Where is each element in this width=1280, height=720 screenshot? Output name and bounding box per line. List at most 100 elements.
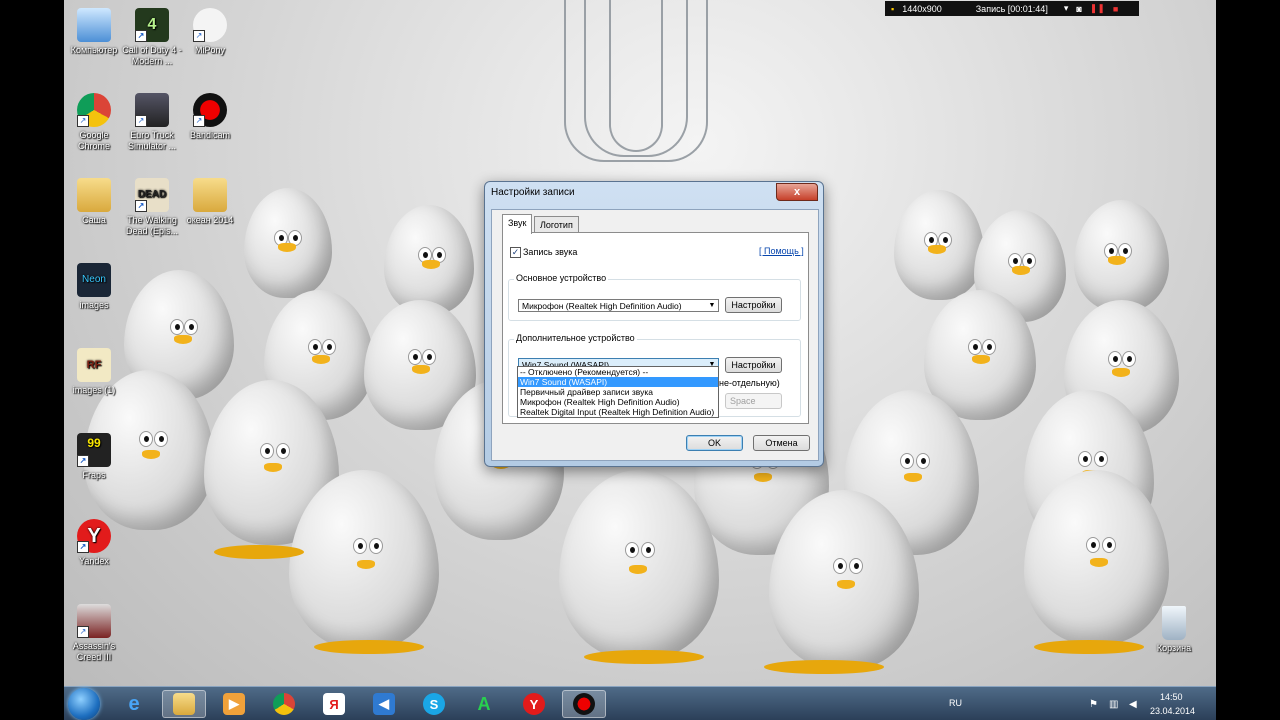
truck-icon: ↗ [135, 93, 169, 127]
desktop-icon-label: Assassin's Creed III [72, 641, 116, 662]
right-black-border [1216, 0, 1280, 720]
desktop-icon-label: images (1) [72, 385, 116, 395]
egg-feet [1034, 640, 1144, 654]
egg-figure [244, 188, 332, 298]
language-indicator[interactable]: RU [949, 698, 962, 708]
help-link[interactable]: [ Помощь ] [759, 246, 804, 256]
tab-sound[interactable]: Звук [502, 214, 533, 234]
desktop-icon-label: images [79, 300, 109, 310]
dialog-client: Звук Логотип ✓ Запись звука [ Помощь ] О… [491, 209, 819, 461]
desktop-icon-yandex[interactable]: Y ↗ Yandex [64, 519, 124, 567]
pause-icon[interactable]: ❚❚ [1090, 3, 1105, 14]
screen-rect-icon[interactable]: ▪ [891, 4, 894, 14]
mipony-icon: ↗ [193, 8, 227, 42]
desktop-icon-recycle-bin[interactable]: Корзина [1144, 606, 1204, 654]
primary-settings-button[interactable]: Настройки [725, 297, 782, 313]
egg-feet [214, 545, 304, 559]
desktop-icon-walking-dead[interactable]: DEAD ↗ The Walking Dead (Epis... [122, 178, 182, 237]
tab-logo[interactable]: Логотип [534, 216, 579, 233]
recorder-status: Запись [00:01:44] [975, 3, 1048, 14]
desktop-icon-images-1[interactable]: RF images (1) [64, 348, 124, 396]
desktop-icon-sasha[interactable]: Саша [64, 178, 124, 226]
desktop-icon-assassins-creed[interactable]: ↗ Assassin's Creed III [64, 604, 124, 663]
hotkey-field[interactable]: Space [725, 393, 782, 409]
desktop-icon-label: The Walking Dead (Epis... [125, 215, 179, 236]
recorder-resolution: 1440x900 [902, 3, 942, 14]
fraps-icon: 99 ↗ [77, 433, 111, 467]
dropdown-option[interactable]: Первичный драйвер записи звука [518, 387, 718, 397]
taskbar-explorer[interactable] [162, 690, 206, 718]
desktop-icon-ocean-2014[interactable]: океан 2014 [180, 178, 240, 226]
camera-icon[interactable]: ◙ [1076, 4, 1081, 14]
stop-icon[interactable]: ■ [1113, 4, 1118, 14]
taskbar-media-player[interactable]: ▶ [212, 690, 256, 718]
cancel-button[interactable]: Отмена [753, 435, 810, 451]
ok-button[interactable]: OK [686, 435, 743, 451]
taskbar-yandex[interactable]: Я [312, 690, 356, 718]
taskbar: e ▶ Я ◀ S A Y RU ⚑ ▥ ◀ 14:50 23.04.2014 [64, 686, 1216, 720]
dropdown-option-selected[interactable]: Win7 Sound (WASAPI) [518, 377, 718, 387]
desktop-icon-label: Euro Truck Simulator ... [127, 130, 176, 151]
desktop-icon-label: Yandex [79, 556, 109, 566]
clock-date[interactable]: 23.04.2014 [1150, 706, 1195, 716]
taskbar-chrome[interactable] [262, 690, 306, 718]
egg-figure [894, 190, 984, 300]
dropdown-option[interactable]: Realtek Digital Input (Realtek High Defi… [518, 407, 718, 417]
dropdown-option[interactable]: Микрофон (Realtek High Definition Audio) [518, 397, 718, 407]
desktop-icon-label: Call of Duty 4 - Modern ... [122, 45, 182, 66]
taskbar-sound[interactable]: ◀ [362, 690, 406, 718]
egg-figure [384, 205, 474, 315]
record-sound-label: Запись звука [523, 247, 578, 257]
dropdown-arrow-icon[interactable]: ▾ [1064, 3, 1069, 14]
speaker-icon: ◀ [373, 693, 395, 715]
whisk-wire [609, 0, 663, 152]
chrome-icon: ↗ [77, 93, 111, 127]
desktop-icon-euro-truck[interactable]: ↗ Euro Truck Simulator ... [122, 93, 182, 152]
desktop-icon-label: Fraps [82, 470, 106, 480]
desktop-icon-label: Bandicam [189, 130, 231, 140]
tray-network-icon[interactable]: ▥ [1109, 699, 1118, 710]
desktop-icon-mipony[interactable]: ↗ MiPony [180, 8, 240, 56]
folder-icon [77, 178, 111, 212]
yandex-icon: Я [323, 693, 345, 715]
egg-feet [584, 650, 704, 664]
secondary-device-group-label: Дополнительное устройство [514, 333, 637, 343]
bandicam-icon: ↗ [193, 93, 227, 127]
folder-icon [173, 693, 195, 715]
close-button[interactable]: x [776, 183, 818, 201]
taskbar-bandicam[interactable] [562, 690, 606, 718]
secondary-settings-button[interactable]: Настройки [725, 357, 782, 373]
taskbar-internet-explorer[interactable]: e [112, 690, 156, 718]
desktop-icon-images[interactable]: Neon images [64, 263, 124, 311]
start-button[interactable] [68, 688, 100, 720]
taskbar-skype[interactable]: S [412, 690, 456, 718]
desktop-icon-label: Корзина [1156, 643, 1192, 653]
taskbar-app-a[interactable]: A [462, 690, 506, 718]
desktop-icon-cod4[interactable]: 4 ↗ Call of Duty 4 - Modern ... [122, 8, 182, 67]
computer-icon [77, 8, 111, 42]
chevron-down-icon: ▼ [708, 302, 716, 309]
desktop-icon-computer[interactable]: Компьютер [64, 8, 124, 56]
desktop-icon-label: океан 2014 [186, 215, 234, 225]
bandicam-icon [573, 693, 595, 715]
media-player-icon: ▶ [223, 693, 245, 715]
desktop-icon-label: MiPony [194, 45, 225, 55]
primary-device-select[interactable]: Микрофон (Realtek High Definition Audio)… [518, 299, 719, 312]
tray-volume-icon[interactable]: ◀ [1129, 699, 1137, 710]
clock-time[interactable]: 14:50 [1160, 692, 1183, 702]
primary-device-group-label: Основное устройство [514, 273, 609, 283]
desktop-icon-label: Google Chrome [77, 130, 110, 151]
record-settings-dialog: Настройки записи x Звук Логотип ✓ Запись… [484, 181, 824, 467]
desktop-icon-bandicam[interactable]: ↗ Bandicam [180, 93, 240, 141]
dropdown-option[interactable]: -- Отключено (Рекомендуется) -- [518, 367, 718, 377]
internet-explorer-icon: e [128, 692, 140, 715]
green-a-icon: A [477, 693, 491, 714]
taskbar-yandex-browser[interactable]: Y [512, 690, 556, 718]
desktop-icon-chrome[interactable]: ↗ Google Chrome [64, 93, 124, 152]
record-sound-checkbox[interactable]: ✓ [510, 247, 521, 258]
tray-flag-icon[interactable]: ⚑ [1089, 699, 1098, 710]
folder-icon [193, 178, 227, 212]
game-icon: 4 ↗ [135, 8, 169, 42]
recorder-bar: ▪ 1440x900 Запись [00:01:44] ▾ ◙ ❚❚ ■ [885, 1, 1139, 16]
desktop-icon-fraps[interactable]: 99 ↗ Fraps [64, 433, 124, 481]
